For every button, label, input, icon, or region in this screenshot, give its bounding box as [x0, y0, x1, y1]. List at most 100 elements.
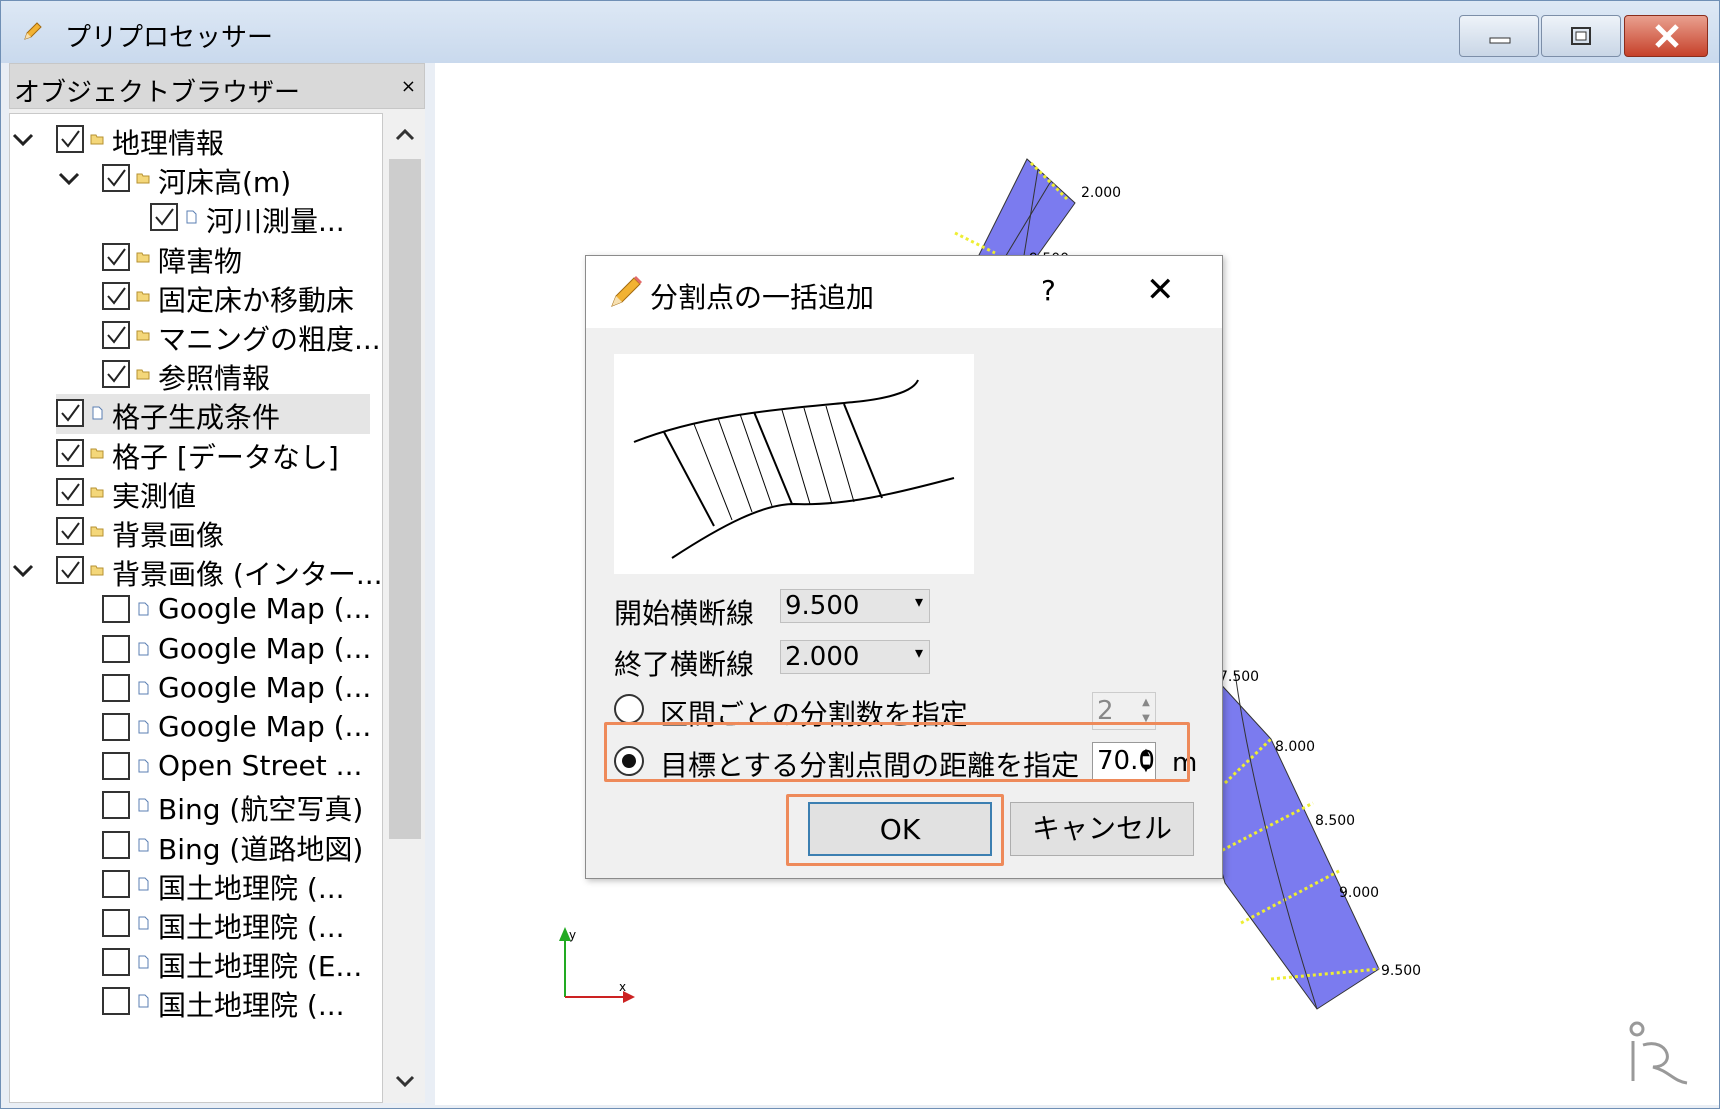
tree-item[interactable]: 河川測量...: [150, 198, 370, 238]
tree-item[interactable]: マニングの粗度...: [102, 316, 381, 356]
scroll-up-icon[interactable]: [389, 119, 421, 149]
tree-item-label: 固定床か移動床: [158, 283, 355, 317]
tree-item-label: 地理情報: [112, 127, 225, 160]
tree-item[interactable]: 国土地理院 (...: [102, 865, 370, 905]
checkmark-icon: [61, 561, 80, 579]
object-browser-header: オブジェクトブラウザー ×: [9, 63, 425, 109]
tree-item-checkbox[interactable]: [56, 517, 84, 545]
file-icon: [138, 759, 149, 773]
tree-item-checkbox[interactable]: [102, 909, 130, 937]
tree-item-label: Google Map (...: [158, 631, 372, 665]
tree-item-checkbox[interactable]: [102, 948, 130, 977]
tree-scrollbar[interactable]: [383, 113, 425, 1103]
tree-item[interactable]: Open Street ...: [102, 747, 370, 787]
tree-item-label: Google Map (...: [158, 710, 372, 743]
file-icon: [138, 602, 149, 616]
section-label: 8.500: [1315, 813, 1355, 829]
chevron-down-icon: ▾: [914, 643, 923, 662]
tree-item-checkbox[interactable]: [102, 242, 130, 271]
tree-item-checkbox[interactable]: [102, 321, 130, 349]
tree-item-checkbox[interactable]: [56, 556, 84, 585]
object-browser-close-button[interactable]: ×: [401, 76, 416, 97]
tree-item[interactable]: Google Map (...: [102, 590, 371, 630]
tree-item-checkbox[interactable]: [102, 673, 130, 702]
maximize-button[interactable]: [1541, 15, 1621, 57]
axis-y-label: y: [569, 928, 576, 942]
app-window: プリプロセッサー オブジェクトブラウザー × 地理情報河床高(m) 河川測量...…: [0, 0, 1720, 1109]
checkmark-icon: [107, 248, 126, 266]
tree-item[interactable]: Google Map (...: [102, 630, 372, 670]
division-count-radio[interactable]: [614, 694, 644, 724]
tree-item-checkbox[interactable]: [102, 869, 130, 898]
tree-item-checkbox[interactable]: [102, 791, 130, 820]
tree-item[interactable]: 国土地理院 (...: [102, 982, 370, 1022]
scrollbar-thumb[interactable]: [389, 159, 421, 839]
tree-item[interactable]: Bing (道路地図): [102, 826, 370, 866]
tree-item-label: 背景画像 (インター...: [112, 558, 383, 592]
tree-item[interactable]: Google Map (...: [102, 708, 372, 748]
tree-item-checkbox[interactable]: [102, 634, 130, 663]
tree-item[interactable]: 格子生成条件: [56, 394, 370, 435]
file-icon: [138, 720, 149, 734]
tree-item-checkbox[interactable]: [56, 399, 84, 428]
file-icon: [138, 994, 149, 1008]
chevron-down-icon[interactable]: [10, 559, 36, 583]
tree-item[interactable]: Google Map (...: [102, 669, 371, 709]
tree-item[interactable]: 障害物: [102, 238, 370, 278]
tree-item[interactable]: 参照情報: [102, 355, 370, 395]
object-tree: 地理情報河床高(m) 河川測量... 障害物固定床か移動床 マニングの粗度... 参照情…: [9, 113, 383, 1103]
cancel-button[interactable]: キャンセル: [1010, 802, 1194, 856]
scroll-down-icon[interactable]: [389, 1067, 421, 1097]
tree-item[interactable]: 地理情報: [12, 120, 370, 160]
file-icon: [138, 877, 149, 891]
chevron-down-icon[interactable]: [10, 128, 36, 152]
dialog-close-button[interactable]: ✕: [1146, 270, 1175, 310]
restore-icon: [1571, 27, 1591, 45]
start-section-combo[interactable]: 9.500 ▾: [780, 589, 930, 623]
chevron-down-icon[interactable]: [56, 167, 82, 191]
tree-item[interactable]: 国土地理院 (...: [102, 904, 370, 944]
tree-item[interactable]: 河床高(m): [58, 159, 370, 200]
tree-item[interactable]: 実測値: [56, 473, 370, 513]
tree-item-label: 実測値: [112, 479, 197, 513]
tree-item-label: 河床高(m): [158, 166, 292, 200]
tree-item-label: 格子生成条件: [112, 401, 281, 435]
tree-item-checkbox[interactable]: [102, 987, 130, 1016]
tree-item-checkbox[interactable]: [150, 203, 178, 232]
division-preview-image: [614, 354, 974, 574]
end-section-value: 2.000: [785, 642, 860, 672]
object-browser-title: オブジェクトブラウザー: [14, 78, 301, 108]
help-button[interactable]: ?: [1041, 274, 1056, 307]
tree-item-checkbox[interactable]: [56, 477, 84, 506]
tree-item[interactable]: 固定床か移動床: [102, 277, 370, 317]
tree-item-checkbox[interactable]: [102, 752, 130, 781]
minimize-button[interactable]: [1459, 15, 1539, 57]
tree-item-label: Open Street ...: [158, 749, 363, 783]
window-close-button[interactable]: [1624, 15, 1708, 57]
folder-icon: [90, 565, 104, 576]
tree-item-label: 国土地理院 (...: [158, 911, 345, 944]
tree-item-checkbox[interactable]: [102, 360, 130, 389]
tree-item-checkbox[interactable]: [102, 713, 130, 741]
chevron-down-icon: ▾: [914, 592, 923, 611]
end-section-combo[interactable]: 2.000 ▾: [780, 640, 930, 674]
tree-item[interactable]: 背景画像: [56, 512, 370, 552]
checkmark-icon: [61, 483, 80, 501]
file-icon: [138, 681, 149, 695]
tree-item[interactable]: 国土地理院 (E...: [102, 943, 370, 983]
tree-item-checkbox[interactable]: [102, 595, 130, 624]
tree-item[interactable]: 格子 [データなし]: [56, 434, 370, 474]
tree-item-checkbox[interactable]: [102, 830, 130, 859]
tree-item-checkbox[interactable]: [56, 125, 84, 153]
file-icon: [138, 642, 149, 656]
tree-item[interactable]: Bing (航空写真): [102, 786, 370, 826]
window-title: プリプロセッサー: [65, 23, 274, 53]
minimize-icon: [1489, 37, 1511, 44]
tree-item-label: 障害物: [158, 244, 243, 278]
tree-item[interactable]: 背景画像 (インター...: [12, 551, 382, 591]
tree-item-checkbox[interactable]: [56, 438, 84, 467]
tree-item-checkbox[interactable]: [102, 164, 130, 193]
object-browser-panel: オブジェクトブラウザー × 地理情報河床高(m) 河川測量... 障害物固定床か移動…: [9, 63, 425, 1103]
tree-item-checkbox[interactable]: [102, 281, 130, 310]
section-label: 9.500: [1381, 963, 1421, 979]
